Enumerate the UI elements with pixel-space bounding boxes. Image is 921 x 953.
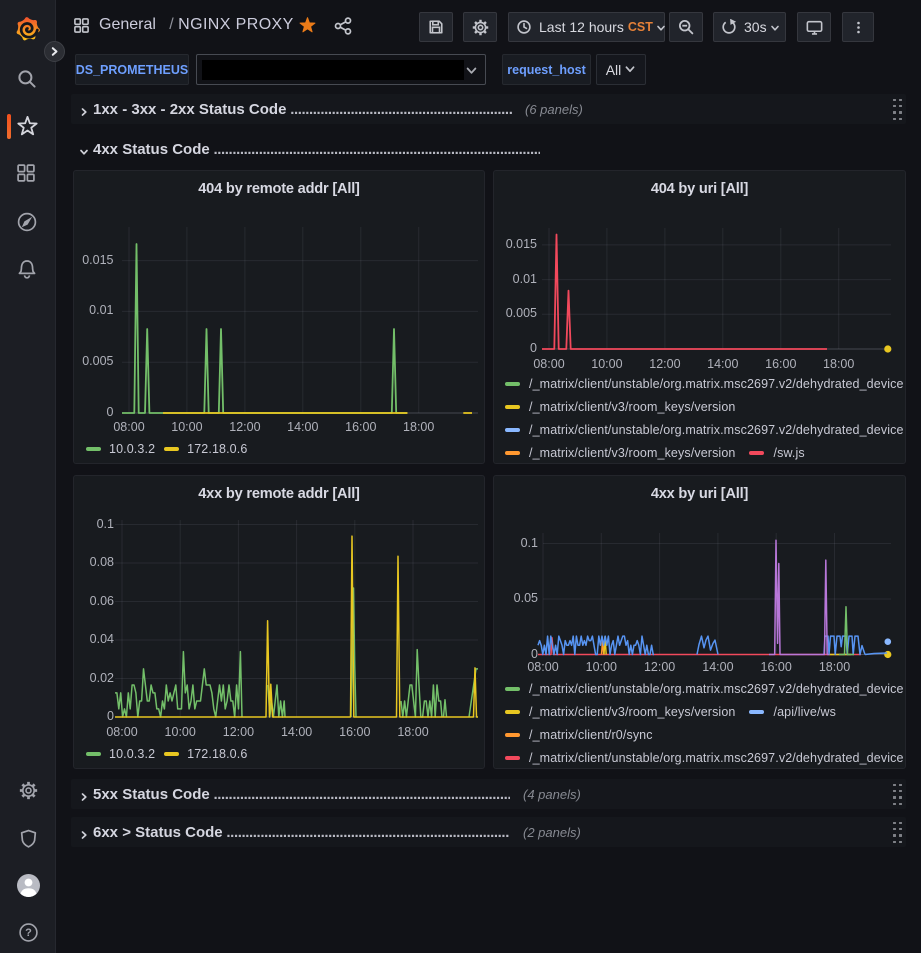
svg-text:?: ?	[25, 927, 32, 939]
